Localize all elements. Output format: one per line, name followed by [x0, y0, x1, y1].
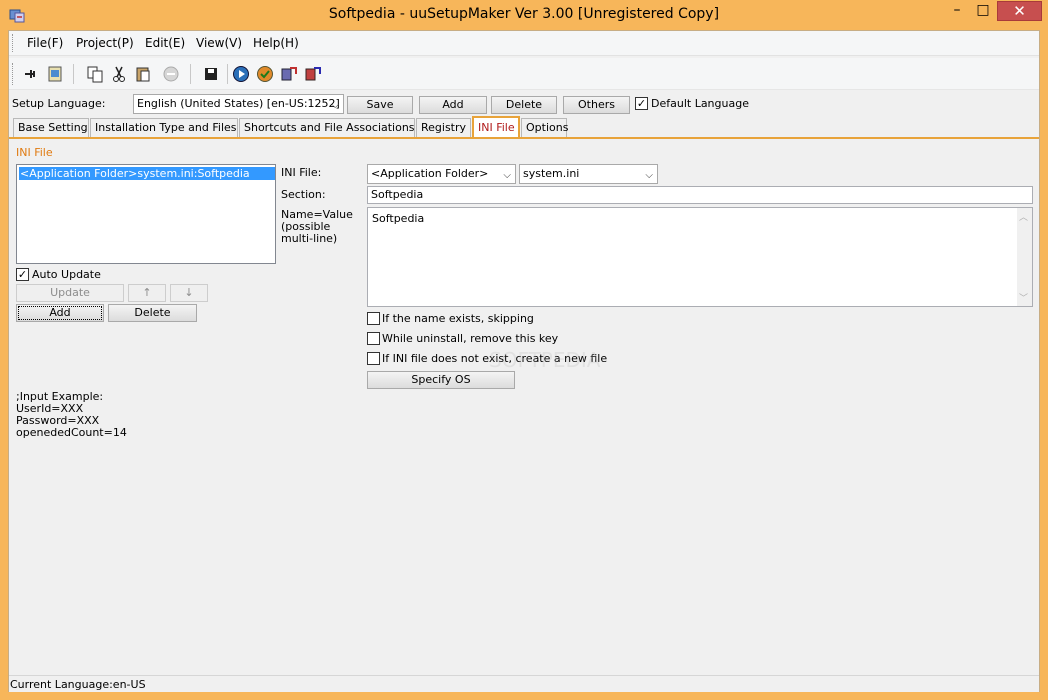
cut-icon[interactable] — [109, 64, 129, 84]
minimize-button[interactable]: – — [944, 1, 970, 21]
tab-installation-type[interactable]: Installation Type and Files — [90, 118, 238, 138]
section-input[interactable]: Softpedia — [367, 186, 1033, 204]
menu-file[interactable]: File(F) — [27, 36, 63, 50]
ini-folder-value: <Application Folder> — [371, 167, 489, 180]
check-icon[interactable] — [255, 64, 275, 84]
app-window: Softpedia - uuSetupMaker Ver 3.00 [Unreg… — [0, 0, 1048, 700]
name-value-label: Name=Value (possible multi-line) — [281, 208, 353, 245]
remove-on-uninstall-checkbox[interactable] — [367, 332, 380, 345]
auto-update-label: Auto Update — [32, 268, 101, 281]
menu-project[interactable]: Project(P) — [76, 36, 134, 50]
chevron-down-icon[interactable]: ⌵ — [331, 97, 339, 113]
title-bar[interactable]: Softpedia - uuSetupMaker Ver 3.00 [Unreg… — [0, 0, 1048, 30]
default-language-label: Default Language — [651, 97, 749, 110]
status-bar: Current Language:en-US — [9, 675, 1039, 692]
specify-os-button[interactable]: Specify OS — [367, 371, 515, 389]
language-others-button[interactable]: Others — [563, 96, 630, 114]
ini-file-value: system.ini — [523, 167, 580, 180]
toolbar-grip-icon[interactable] — [12, 63, 15, 85]
move-up-button[interactable]: ↑ — [128, 284, 166, 302]
delete-entry-button[interactable]: Delete — [108, 304, 197, 322]
ini-file-select[interactable]: system.ini ⌵ — [519, 164, 658, 184]
disabled-action-icon[interactable] — [161, 64, 181, 84]
copy-icon[interactable] — [85, 64, 105, 84]
client-area: File(F) Project(P) Edit(E) View(V) Help(… — [8, 30, 1040, 692]
image-icon[interactable] — [45, 64, 65, 84]
language-select[interactable]: English (United States) [en-US:1252] ⌵ — [133, 94, 344, 114]
chevron-down-icon[interactable]: ⌵ — [503, 167, 511, 183]
tab-options[interactable]: Options — [521, 118, 568, 138]
setup-language-label: Setup Language: — [12, 97, 106, 110]
language-save-button[interactable]: Save — [347, 96, 413, 114]
language-delete-button[interactable]: Delete — [491, 96, 557, 114]
remove-on-uninstall-label: While uninstall, remove this key — [382, 332, 559, 345]
chevron-down-icon[interactable]: ⌵ — [645, 167, 653, 183]
toolbar-separator — [190, 64, 191, 84]
skip-existing-checkbox[interactable] — [367, 312, 380, 325]
ini-folder-select[interactable]: <Application Folder> ⌵ — [367, 164, 516, 184]
maximize-button[interactable]: □ — [970, 1, 996, 21]
ini-entry-list[interactable]: <Application Folder>system.ini:Softpedia — [16, 164, 276, 264]
tab-base-setting[interactable]: Base Setting — [13, 118, 89, 138]
section-title: INI File — [16, 146, 53, 159]
list-item[interactable]: <Application Folder>system.ini:Softpedia — [19, 167, 275, 180]
window-title: Softpedia - uuSetupMaker Ver 3.00 [Unreg… — [328, 6, 720, 22]
create-ini-checkbox[interactable] — [367, 352, 380, 365]
add-entry-button[interactable]: Add — [16, 304, 104, 322]
move-down-button[interactable]: ↓ — [170, 284, 208, 302]
menu-help[interactable]: Help(H) — [253, 36, 299, 50]
scroll-up-icon[interactable]: ︿ — [1019, 210, 1028, 223]
ini-file-label: INI File: — [281, 166, 322, 179]
default-language-checkbox[interactable]: ✓ — [635, 97, 648, 110]
tab-underline — [9, 137, 1039, 139]
section-label: Section: — [281, 188, 326, 201]
tab-shortcuts[interactable]: Shortcuts and File Associations — [239, 118, 415, 138]
toolbar-separator — [73, 64, 74, 84]
paste-icon[interactable] — [133, 64, 153, 84]
status-text: Current Language:en-US — [10, 678, 146, 691]
build-alt-icon[interactable] — [303, 64, 323, 84]
tab-ini-file[interactable]: INI File — [472, 116, 520, 138]
close-button[interactable]: ✕ — [997, 1, 1042, 21]
skip-existing-label: If the name exists, skipping — [382, 312, 534, 325]
menu-grip-icon[interactable] — [12, 34, 15, 52]
language-select-value: English (United States) [en-US:1252] — [137, 97, 340, 110]
update-button[interactable]: Update — [16, 284, 124, 302]
textarea-scrollbar[interactable]: ︿ ﹀ — [1017, 208, 1032, 306]
auto-update-checkbox[interactable]: ✓ — [16, 268, 29, 281]
toolbar — [9, 58, 1039, 90]
name-value-text: Softpedia — [372, 212, 425, 225]
language-add-button[interactable]: Add — [419, 96, 487, 114]
save-icon[interactable] — [201, 64, 221, 84]
menu-edit[interactable]: Edit(E) — [145, 36, 185, 50]
pin-icon[interactable] — [21, 64, 41, 84]
menu-view[interactable]: View(V) — [196, 36, 242, 50]
input-example-text: ;Input Example: UserId=XXX Password=XXX … — [16, 390, 127, 439]
toolbar-separator — [227, 64, 228, 84]
run-icon[interactable] — [231, 64, 251, 84]
tab-registry[interactable]: Registry — [416, 118, 471, 138]
name-value-textarea[interactable]: Softpedia ︿ ﹀ — [367, 207, 1033, 307]
menu-bar: File(F) Project(P) Edit(E) View(V) Help(… — [9, 31, 1039, 56]
scroll-down-icon[interactable]: ﹀ — [1019, 291, 1028, 304]
watermark-logo: SOFTPEDIA — [489, 348, 601, 372]
build-icon[interactable] — [279, 64, 299, 84]
